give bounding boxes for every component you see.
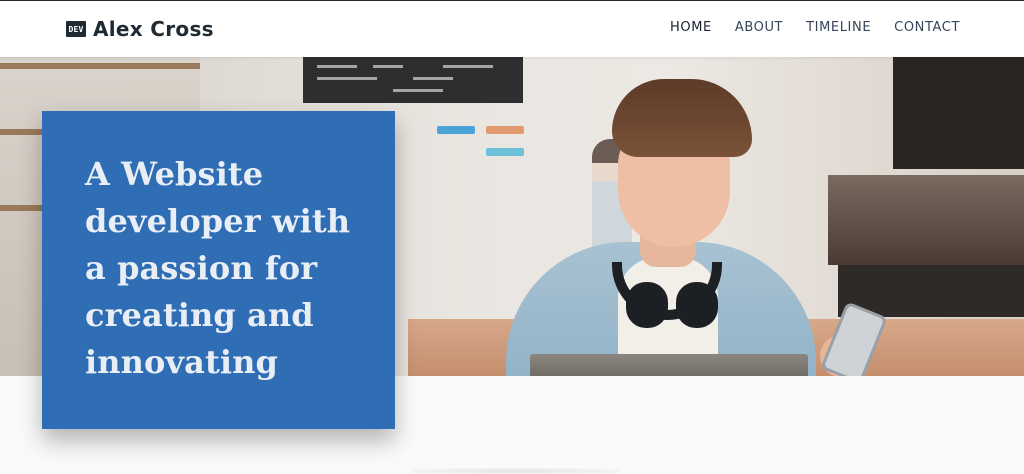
person-hair [612, 79, 752, 157]
headphone-cup [626, 282, 668, 328]
hero-callout-card: A Website developer with a passion for c… [42, 111, 395, 429]
section-shadow [410, 468, 620, 474]
nav-timeline[interactable]: TIMELINE [806, 20, 871, 35]
nav-home[interactable]: HOME [670, 20, 712, 35]
brand-logo-link[interactable]: DEV Alex Cross [66, 17, 214, 41]
laptop-icon [530, 354, 808, 376]
dev-badge-icon: DEV [66, 21, 86, 37]
nav-about[interactable]: ABOUT [735, 20, 783, 35]
main-nav: HOME ABOUT TIMELINE CONTACT [670, 20, 960, 35]
nav-contact[interactable]: CONTACT [894, 20, 960, 35]
brand-name: Alex Cross [93, 17, 214, 41]
headphone-cup [676, 282, 718, 328]
hero-headline: A Website developer with a passion for c… [85, 155, 351, 381]
navbar: DEV Alex Cross HOME ABOUT TIMELINE CONTA… [0, 1, 1024, 57]
